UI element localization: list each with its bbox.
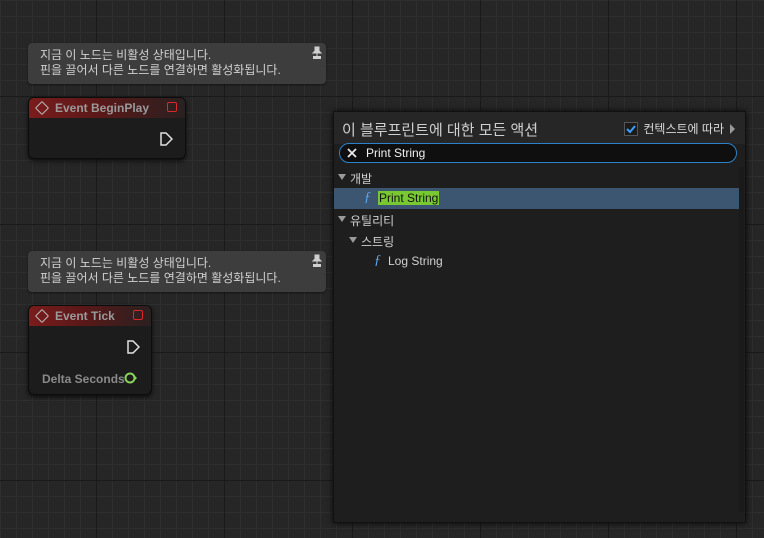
context-label: 컨텍스트에 따라 [643, 122, 724, 136]
delegate-pin-icon[interactable] [167, 102, 177, 112]
float-output-pin-icon[interactable] [124, 371, 138, 385]
expand-arrow-icon[interactable] [730, 123, 735, 134]
action-item-log-string[interactable]: ƒ Log String [334, 251, 739, 272]
context-sensitive-toggle[interactable]: 컨텍스트에 따라 [624, 120, 735, 137]
collapse-triangle-icon[interactable] [338, 216, 346, 222]
node-comment-bubble: 지금 이 노드는 비활성 상태입니다. 핀을 끌어서 다른 노드를 연결하면 활… [28, 251, 326, 292]
node-title: Event Tick [55, 309, 115, 323]
event-beginplay-node[interactable]: Event BeginPlay [28, 97, 186, 159]
exec-output-pin-icon[interactable] [126, 340, 140, 354]
action-label: Print String [378, 191, 440, 205]
comment-text-line: 지금 이 노드는 비활성 상태입니다. [40, 48, 212, 62]
subcategory-row[interactable]: 스트링 [334, 230, 739, 251]
action-label: Log String [388, 254, 443, 268]
node-header[interactable]: Event Tick [29, 306, 151, 326]
pin-label: Delta Seconds [42, 372, 125, 386]
category-row[interactable]: 개발 [334, 167, 739, 188]
comment-text-line: 핀을 끌어서 다른 노드를 연결하면 활성화됩니다. [40, 63, 281, 77]
node-header[interactable]: Event BeginPlay [29, 98, 185, 118]
scrollbar[interactable] [739, 167, 744, 512]
category-label: 유틸리티 [350, 214, 395, 228]
node-comment-bubble: 지금 이 노드는 비활성 상태입니다. 핀을 끌어서 다른 노드를 연결하면 활… [28, 43, 326, 84]
search-match-highlight: Print String [378, 191, 440, 205]
action-item-print-string[interactable]: ƒ Print String [334, 188, 739, 209]
search-input[interactable] [366, 146, 716, 160]
search-field[interactable] [339, 143, 737, 163]
pin-icon[interactable] [312, 46, 322, 60]
subcategory-label: 스트링 [361, 235, 395, 249]
context-checkbox[interactable] [624, 121, 639, 136]
action-menu-title: 이 블루프린트에 대한 모든 액션 [342, 122, 539, 139]
function-icon: ƒ [364, 190, 371, 205]
collapse-triangle-icon[interactable] [338, 174, 346, 180]
category-row[interactable]: 유틸리티 [334, 209, 739, 230]
pin-icon[interactable] [312, 254, 322, 268]
comment-text-line: 핀을 끌어서 다른 노드를 연결하면 활성화됩니다. [40, 271, 281, 285]
clear-search-icon[interactable] [346, 147, 358, 159]
comment-text-line: 지금 이 노드는 비활성 상태입니다. [40, 256, 212, 270]
function-icon: ƒ [374, 253, 381, 268]
blueprint-action-menu: 이 블루프린트에 대한 모든 액션 컨텍스트에 따라 개발 ƒ Print St… [333, 111, 746, 523]
event-tick-node[interactable]: Event Tick Delta Seconds [28, 305, 152, 395]
node-title: Event BeginPlay [55, 101, 150, 115]
collapse-triangle-icon[interactable] [349, 237, 357, 243]
checkmark-icon [626, 124, 637, 133]
category-label: 개발 [350, 172, 373, 186]
event-diamond-icon [34, 308, 50, 324]
action-tree: 개발 ƒ Print String 유틸리티 스트링 ƒ Log String [334, 167, 739, 272]
delegate-pin-icon[interactable] [133, 310, 143, 320]
event-diamond-icon [34, 100, 50, 116]
exec-output-pin-icon[interactable] [159, 132, 173, 146]
